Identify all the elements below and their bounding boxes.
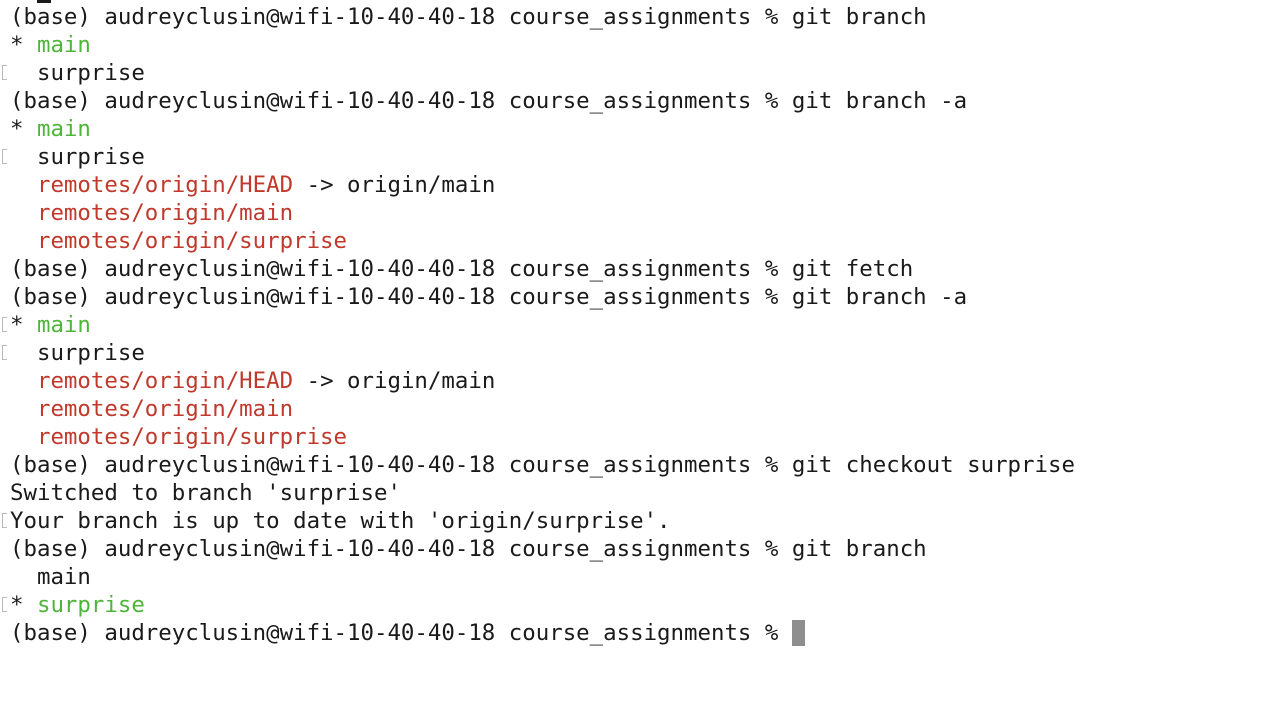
current-branch-marker: *	[10, 116, 37, 142]
output-line: remotes/origin/surprise	[10, 227, 1262, 255]
command-line: (base) audreyclusin@wifi-10-40-40-18 cou…	[10, 87, 1262, 115]
output-line: remotes/origin/HEAD -> origin/main	[10, 171, 1262, 199]
output-line: * main	[10, 115, 1262, 143]
shell-prompt: (base) audreyclusin@wifi-10-40-40-18 cou…	[10, 4, 792, 30]
head-pointer-text: -> origin/main	[293, 368, 496, 394]
command-text: git fetch	[791, 256, 914, 282]
output-line: Your branch is up to date with 'origin/s…	[2, 507, 1262, 535]
line-mark	[2, 317, 7, 332]
branch-name: surprise	[36, 340, 145, 366]
shell-prompt: (base) audreyclusin@wifi-10-40-40-18 cou…	[10, 452, 792, 478]
line-mark	[2, 345, 7, 360]
current-branch-marker: *	[10, 312, 37, 338]
current-branch-marker: *	[10, 592, 37, 618]
shell-prompt: (base) audreyclusin@wifi-10-40-40-18 cou…	[10, 88, 792, 114]
line-mark	[2, 513, 7, 528]
line-mark	[2, 149, 7, 164]
output-line: remotes/origin/HEAD -> origin/main	[10, 367, 1262, 395]
remote-branch-name: remotes/origin/HEAD	[36, 172, 294, 198]
line-mark	[2, 65, 7, 80]
command-line: (base) audreyclusin@wifi-10-40-40-18 cou…	[10, 3, 1262, 31]
switched-message: Switched to branch 'surprise'	[10, 480, 401, 506]
command-line: (base) audreyclusin@wifi-10-40-40-18 cou…	[10, 255, 1262, 283]
command-text: git branch	[791, 536, 927, 562]
shell-prompt: (base) audreyclusin@wifi-10-40-40-18 cou…	[10, 284, 792, 310]
shell-prompt: (base) audreyclusin@wifi-10-40-40-18 cou…	[10, 256, 792, 282]
current-branch-name: surprise	[36, 592, 145, 618]
output-line: remotes/origin/main	[10, 395, 1262, 423]
output-line: Switched to branch 'surprise'	[10, 479, 1262, 507]
current-branch-name: main	[36, 312, 91, 338]
command-line: (base) audreyclusin@wifi-10-40-40-18 cou…	[10, 283, 1262, 311]
active-prompt-line[interactable]: (base) audreyclusin@wifi-10-40-40-18 cou…	[10, 619, 1262, 647]
remote-branch-name: remotes/origin/surprise	[36, 228, 348, 254]
head-pointer-text: -> origin/main	[293, 172, 496, 198]
command-line: (base) audreyclusin@wifi-10-40-40-18 cou…	[10, 535, 1262, 563]
remote-branch-name: remotes/origin/surprise	[36, 424, 348, 450]
text-cursor[interactable]	[791, 620, 805, 646]
branch-name: surprise	[36, 60, 145, 86]
uptodate-message: Your branch is up to date with 'origin/s…	[10, 508, 671, 534]
current-branch-marker: *	[10, 32, 37, 58]
branch-name: main	[36, 564, 91, 590]
current-branch-name: main	[36, 32, 91, 58]
shell-prompt: (base) audreyclusin@wifi-10-40-40-18 cou…	[10, 620, 792, 646]
shell-prompt: (base) audreyclusin@wifi-10-40-40-18 cou…	[10, 536, 792, 562]
command-line: (base) audreyclusin@wifi-10-40-40-18 cou…	[10, 451, 1262, 479]
remote-branch-name: remotes/origin/HEAD	[36, 368, 294, 394]
output-line: * main	[2, 311, 1262, 339]
remote-branch-name: remotes/origin/main	[36, 200, 294, 226]
current-branch-name: main	[36, 116, 91, 142]
output-line: remotes/origin/main	[10, 199, 1262, 227]
command-text: git branch	[791, 4, 927, 30]
line-mark	[2, 597, 7, 612]
output-line: surprise	[2, 143, 1262, 171]
output-line: * main	[10, 31, 1262, 59]
terminal-window[interactable]: (base) audreyclusin@wifi-10-40-40-18 cou…	[0, 0, 1262, 710]
command-text: git checkout surprise	[791, 452, 1075, 478]
output-line: surprise	[2, 339, 1262, 367]
branch-name: surprise	[36, 144, 145, 170]
output-line: remotes/origin/surprise	[10, 423, 1262, 451]
command-text: git branch -a	[791, 284, 968, 310]
output-line: surprise	[2, 59, 1262, 87]
remote-branch-name: remotes/origin/main	[36, 396, 294, 422]
output-line: main	[10, 563, 1262, 591]
output-line: * surprise	[2, 591, 1262, 619]
command-text: git branch -a	[791, 88, 968, 114]
